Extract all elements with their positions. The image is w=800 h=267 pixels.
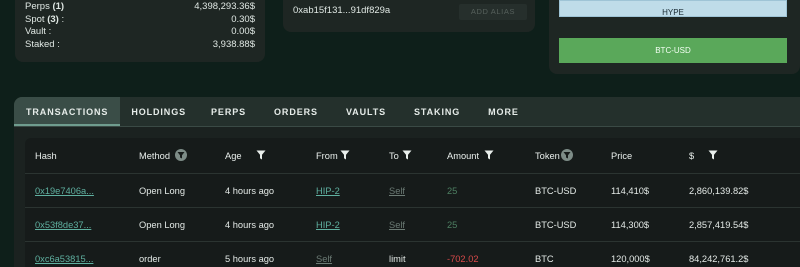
header-token: Token [535, 150, 560, 161]
tx-amount: 25 [447, 219, 458, 230]
header-usd: $ [689, 150, 695, 161]
vault-balance-row: Vault : 0.00$ [25, 26, 255, 37]
tx-usd-value: 2,860,139.82$ [689, 185, 749, 196]
tx-hash-link[interactable]: 0xc6a53815... [35, 254, 93, 264]
tab-orders[interactable]: ORDERS [260, 97, 332, 126]
tab-staking[interactable]: STAKING [400, 97, 474, 126]
tx-age: 4 hours ago [225, 219, 275, 230]
tab-perps[interactable]: PERPS [197, 97, 260, 126]
staked-label: Staked [25, 38, 55, 50]
to-filter-icon[interactable] [402, 150, 412, 162]
table-header: Hash Method Age From To Amount Token Pri… [25, 138, 800, 174]
vault-label: Vault [25, 26, 46, 37]
tx-age: 4 hours ago [225, 185, 275, 196]
tx-from-link[interactable]: HIP-2 [316, 186, 340, 196]
tab-transactions[interactable]: TRANSACTIONS [14, 97, 121, 126]
tx-token: BTC [535, 253, 554, 264]
wallet-address: 0xab15f131...91df829a [293, 5, 391, 16]
tx-age: 5 hours ago [225, 253, 275, 264]
spot-value: 0.30$ [231, 13, 255, 25]
add-alias-button[interactable]: ADD ALIAS [459, 4, 527, 20]
perps-count: (1) [52, 1, 65, 12]
staked-balance-row: Staked : 3,938.88$ [25, 38, 255, 50]
tx-method: Open Long [139, 219, 186, 230]
perps-balance-row: Perps (1) 4,398,293.36$ [25, 1, 255, 14]
table-row[interactable]: 0x53f8de37... Open Long 4 hours ago HIP-… [25, 208, 800, 242]
tx-method: Open Long [139, 185, 186, 196]
token-card: HYPE BTC-USD [549, 0, 800, 74]
tx-to-link[interactable]: Self [389, 186, 405, 196]
tx-to: limit [389, 253, 406, 264]
amount-filter-icon[interactable] [484, 150, 494, 162]
perps-value: 4,398,293.36$ [194, 1, 255, 12]
from-filter-icon[interactable] [340, 150, 350, 162]
header-price: Price [611, 150, 633, 161]
tab-more[interactable]: MORE [474, 97, 533, 126]
spot-label: Spot [25, 13, 45, 25]
tab-holdings[interactable]: HOLDINGS [120, 97, 197, 126]
vault-value: 0.00$ [231, 26, 255, 37]
tx-method: order [139, 253, 161, 264]
spot-count: (3) [47, 13, 59, 25]
activity-panel: TRANSACTIONS HOLDINGS PERPS ORDERS VAULT… [14, 97, 800, 267]
hype-button[interactable]: HYPE [559, 0, 787, 17]
usd-filter-icon[interactable] [708, 150, 718, 162]
header-method: Method [139, 150, 171, 161]
perps-label: Perps [25, 1, 50, 12]
header-to: To [389, 150, 399, 161]
balances-card: Perps (1) 4,398,293.36$ Spot (3) : 0.30$… [15, 0, 265, 62]
token-filter-icon[interactable] [560, 148, 573, 163]
tx-to-link[interactable]: Self [389, 220, 405, 230]
tx-usd-value: 2,857,419.54$ [689, 219, 749, 230]
address-card: 0xab15f131...91df829a ADD ALIAS [283, 0, 535, 32]
tx-amount: 25 [447, 185, 458, 196]
tx-hash-link[interactable]: 0x19e7406a... [35, 186, 94, 196]
header-age: Age [225, 150, 242, 161]
table-row[interactable]: 0x19e7406a... Open Long 4 hours ago HIP-… [25, 174, 800, 208]
method-filter-icon[interactable] [175, 148, 188, 163]
header-from: From [316, 150, 338, 161]
tx-token: BTC-USD [535, 185, 577, 196]
age-filter-icon[interactable] [256, 150, 266, 162]
tx-usd-value: 84,242,761.2$ [689, 253, 749, 264]
tx-price: 114,410$ [611, 185, 650, 196]
tx-token: BTC-USD [535, 219, 577, 230]
tx-price: 120,000$ [611, 253, 650, 264]
spot-balance-row: Spot (3) : 0.30$ [25, 13, 255, 25]
tx-hash-link[interactable]: 0x53f8de37... [35, 220, 91, 230]
tab-bar: TRANSACTIONS HOLDINGS PERPS ORDERS VAULT… [14, 97, 800, 127]
header-amount: Amount [447, 150, 480, 161]
staked-value: 3,938.88$ [212, 38, 255, 50]
tab-vaults[interactable]: VAULTS [332, 97, 400, 126]
tx-from-link[interactable]: HIP-2 [316, 220, 340, 230]
tx-price: 114,300$ [611, 219, 650, 230]
header-hash: Hash [35, 150, 57, 161]
table-row[interactable]: 0xc6a53815... order 5 hours ago Self lim… [25, 242, 800, 267]
transactions-table: Hash Method Age From To Amount Token Pri… [25, 138, 800, 267]
btc-usd-button[interactable]: BTC-USD [559, 38, 787, 63]
tx-from-link[interactable]: Self [316, 254, 332, 264]
tx-amount: -702.02 [447, 253, 479, 264]
